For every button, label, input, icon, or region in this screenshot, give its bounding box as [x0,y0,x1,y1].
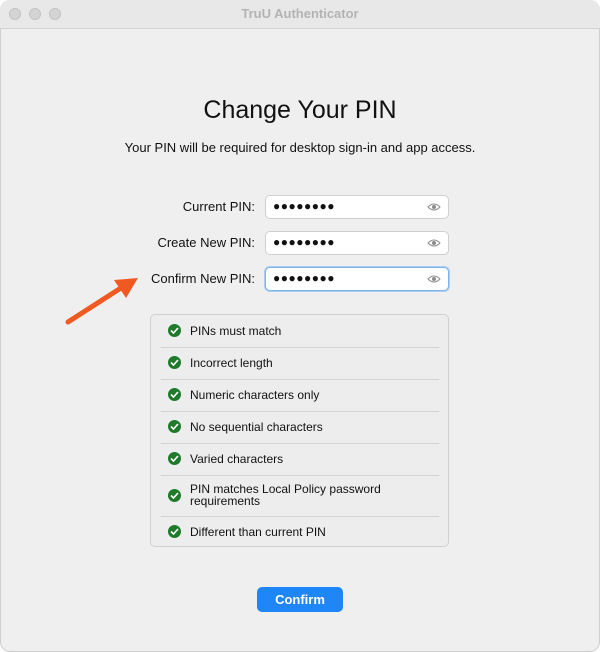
current-pin-label: Current PIN: [182,199,255,214]
check-circle-icon [168,324,181,337]
current-pin-value: ●●●●●●●● [273,199,335,213]
list-item: Varied characters [161,443,439,476]
check-circle-icon [168,525,181,538]
page-title: Change Your PIN [203,96,397,124]
rule-text: No sequential characters [190,420,323,434]
list-item: Incorrect length [161,347,439,380]
check-circle-icon [168,388,181,401]
pin-requirements-list: PINs must match Incorrect length Numeric… [150,314,449,547]
eye-icon[interactable] [427,202,441,212]
check-circle-icon [168,420,181,433]
rule-text: Different than current PIN [190,525,326,539]
create-pin-value: ●●●●●●●● [273,235,335,249]
list-item: Numeric characters only [161,379,439,412]
app-window: TruU Authenticator Change Your PIN Your … [0,0,600,652]
confirm-button[interactable]: Confirm [257,587,343,612]
confirm-pin-value: ●●●●●●●● [273,271,335,285]
rule-text: PINs must match [190,324,282,338]
list-item: PINs must match [161,315,439,348]
window-title: TruU Authenticator [241,6,359,21]
eye-icon[interactable] [427,274,441,284]
rule-text: Incorrect length [190,356,273,370]
rule-text: Varied characters [190,452,284,466]
check-circle-icon [168,356,181,369]
title-bar: TruU Authenticator [0,0,600,29]
eye-icon[interactable] [427,238,441,248]
list-item: Different than current PIN [161,516,439,546]
list-item: PIN matches Local Policy password requir… [161,475,439,517]
rule-text: Numeric characters only [190,388,320,402]
create-pin-label: Create New PIN: [157,235,255,250]
check-circle-icon [168,489,181,502]
confirm-pin-field[interactable]: ●●●●●●●● [265,267,449,291]
current-pin-field[interactable]: ●●●●●●●● [265,195,449,219]
rule-text: PIN matches Local Policy password requir… [190,482,381,508]
annotation-arrow-icon [65,278,138,325]
create-pin-field[interactable]: ●●●●●●●● [265,231,449,255]
list-item: No sequential characters [161,411,439,444]
page-subtitle: Your PIN will be required for desktop si… [124,140,476,155]
check-circle-icon [168,452,181,465]
